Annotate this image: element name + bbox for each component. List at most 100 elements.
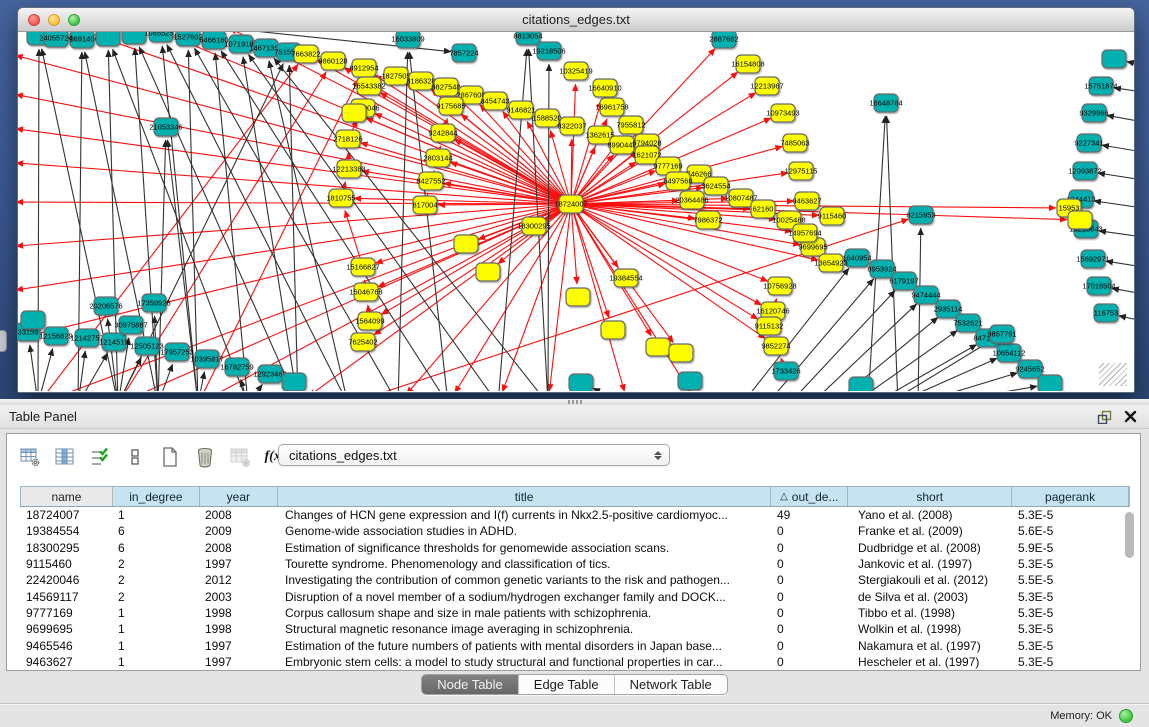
graph-node	[646, 338, 670, 356]
svg-text:24055724: 24055724	[39, 34, 72, 43]
cell-in-degree: 1	[112, 508, 199, 522]
column-header-out-degree[interactable]: △ out_de...	[771, 487, 848, 506]
cell-in-degree: 2	[112, 590, 199, 604]
graph-node	[342, 104, 366, 122]
float-panel-icon[interactable]	[1094, 408, 1114, 426]
citation-network-graph[interactable]: 1872400720691406106552571527602646616010…	[18, 32, 1134, 391]
table-mode-icon[interactable]	[17, 444, 43, 470]
graph-node: 12156829	[39, 327, 72, 345]
show-columns-icon[interactable]	[52, 444, 78, 470]
table-scrollbar[interactable]	[1125, 512, 1134, 664]
table-row[interactable]: 22420046 2 2012 Investigating the contri…	[20, 572, 1130, 588]
table-row[interactable]: 14569117 2 2003 Disruption of a novel me…	[20, 588, 1130, 604]
tab-node-table[interactable]: Node Table	[422, 675, 518, 694]
cell-in-degree: 6	[112, 524, 199, 538]
svg-text:14957694: 14957694	[788, 229, 821, 238]
table-panel-card: f(x) citations_edges.txt name in_degree …	[6, 433, 1141, 671]
svg-text:16120746: 16120746	[756, 307, 789, 316]
node-table-header-row: name in_degree year title △ out_de... sh…	[20, 486, 1130, 507]
svg-text:16640910: 16640910	[588, 84, 621, 93]
svg-text:9852274: 9852274	[761, 342, 790, 351]
svg-text:13654923: 13654923	[814, 259, 847, 268]
svg-text:10025488: 10025488	[772, 216, 805, 225]
graph-node: 17359928	[137, 294, 170, 312]
svg-text:1564099: 1564099	[355, 317, 384, 326]
cell-pagerank: 5.3E-5	[1012, 606, 1129, 620]
table-row[interactable]: 9115460 2 1997 Tourette syndrome. Phenom…	[20, 556, 1130, 572]
cell-year: 1997	[199, 557, 277, 571]
graph-node	[1068, 211, 1092, 229]
column-header-in-degree[interactable]: in_degree	[113, 487, 200, 506]
graph-node: 15046768	[349, 283, 382, 301]
cell-out-degree: 0	[771, 639, 848, 653]
table-row[interactable]: 18724007 1 2008 Changes of HCN gene expr…	[20, 507, 1130, 523]
svg-text:17016504: 17016504	[1082, 282, 1115, 291]
column-header-name[interactable]: name	[21, 487, 113, 506]
graph-node: 1564099	[355, 312, 384, 330]
graph-node: 7857224	[449, 44, 478, 62]
table-row[interactable]: 9699695 1 1998 Structural magnetic reson…	[20, 621, 1130, 637]
new-column-icon[interactable]	[157, 444, 183, 470]
graph-node: 9857791	[987, 325, 1016, 343]
svg-text:17957253: 17957253	[160, 348, 193, 357]
cell-short: Dudbridge et al. (2008)	[848, 541, 1012, 555]
table-row[interactable]: 9463627 1 1997 Embryonic stem cells: a m…	[20, 654, 1130, 670]
table-row[interactable]: 19384554 6 2009 Genome-wide association …	[20, 523, 1130, 539]
cell-pagerank: 5.3E-5	[1012, 557, 1129, 571]
table-row[interactable]: 18300295 6 2008 Estimation of significan…	[20, 540, 1130, 556]
graph-node: 12213383	[332, 160, 365, 178]
svg-text:16961758: 16961758	[595, 103, 628, 112]
tab-edge-table[interactable]: Edge Table	[518, 675, 614, 694]
close-panel-icon[interactable]	[1120, 408, 1140, 426]
column-header-title[interactable]: title	[278, 487, 772, 506]
graph-node: 16782759	[220, 358, 253, 376]
svg-text:1733426: 1733426	[771, 367, 800, 376]
panel-collapse-handle[interactable]	[0, 330, 7, 352]
cell-year: 2012	[199, 573, 277, 587]
svg-text:12213967: 12213967	[750, 82, 783, 91]
zoom-window-icon[interactable]	[68, 14, 80, 26]
graph-node	[122, 32, 146, 44]
graph-node: 10973493	[766, 104, 799, 122]
svg-text:18300295: 18300295	[517, 222, 550, 231]
select-rows-icon[interactable]	[87, 444, 113, 470]
svg-text:9860128: 9860128	[318, 57, 347, 66]
graph-node	[96, 32, 120, 46]
graph-node: 10395817	[190, 350, 223, 368]
column-header-short[interactable]: short	[848, 487, 1012, 506]
cell-title: Investigating the contribution of common…	[277, 573, 771, 587]
column-header-year[interactable]: year	[200, 487, 278, 506]
graph-node: 20364486	[675, 191, 708, 209]
window-resize-grip[interactable]	[1099, 363, 1127, 386]
cell-year: 2009	[199, 524, 277, 538]
table-row[interactable]: 9777169 1 1998 Corpus callosum shape and…	[20, 605, 1130, 621]
table-row[interactable]: 9465546 1 1997 Estimation of the future …	[20, 637, 1130, 653]
graph-node: 15751874	[1084, 77, 1117, 95]
cell-title: Genome-wide association studies in ADHD.	[277, 524, 771, 538]
graph-node: 9860128	[318, 52, 347, 70]
svg-text:8454743: 8454743	[480, 97, 509, 106]
graph-node: 13654923	[814, 254, 847, 272]
minimize-window-icon[interactable]	[48, 14, 60, 26]
graph-node: 7955812	[616, 116, 645, 134]
close-window-icon[interactable]	[28, 14, 40, 26]
column-header-pagerank[interactable]: pagerank	[1012, 487, 1129, 506]
cell-pagerank: 5.6E-5	[1012, 524, 1129, 538]
tab-network-table[interactable]: Network Table	[614, 675, 727, 694]
graph-node: 6497568	[663, 172, 692, 190]
cell-in-degree: 1	[112, 655, 199, 669]
network-view[interactable]: 1872400720691406106552571527602646616010…	[18, 32, 1134, 391]
cell-title: Estimation of significance thresholds fo…	[277, 541, 771, 555]
graph-node	[678, 372, 702, 390]
table-panel-header: Table Panel	[0, 405, 1149, 429]
table-scrollbar-thumb[interactable]	[1125, 512, 1134, 558]
graph-node: 18724007	[554, 195, 587, 213]
cell-title: Corpus callosum shape and size in male p…	[277, 606, 771, 620]
network-window-titlebar[interactable]: citations_edges.txt	[18, 8, 1134, 32]
delete-table-icon[interactable]	[227, 444, 253, 470]
svg-text:10325419: 10325419	[559, 67, 592, 76]
table-selector-dropdown[interactable]: citations_edges.txt	[278, 444, 670, 466]
svg-text:15692971: 15692971	[1076, 255, 1109, 264]
delete-column-icon[interactable]	[192, 444, 218, 470]
row-height-icon[interactable]	[122, 444, 148, 470]
